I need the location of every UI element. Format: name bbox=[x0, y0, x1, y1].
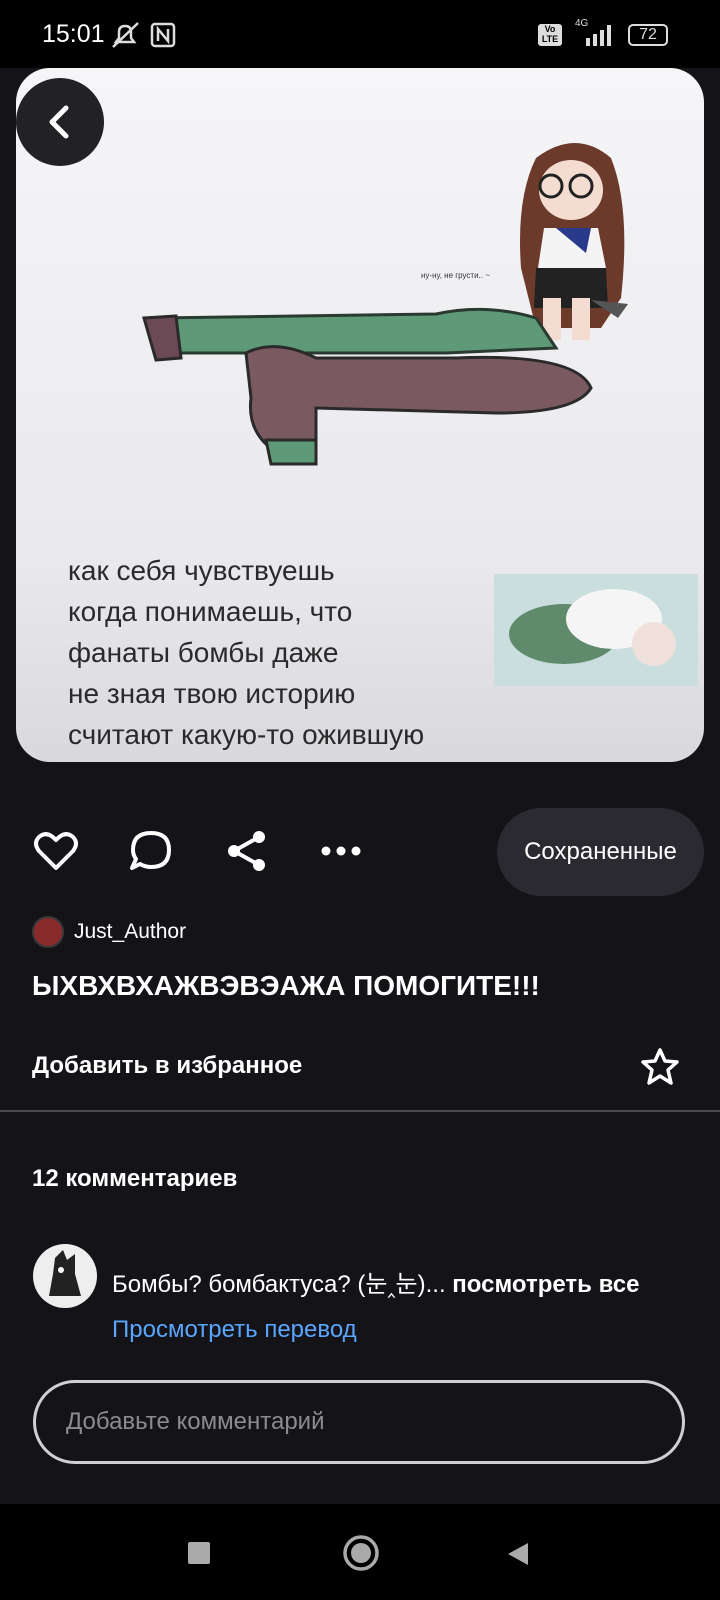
comment-body: Бомбы? бомбактуса? (눈‸눈)... bbox=[112, 1271, 446, 1298]
comment-bubble-icon[interactable] bbox=[128, 828, 174, 874]
pin-image[interactable]: ну-ну, не грусти.. ~ как себя чувствуешь… bbox=[16, 68, 704, 762]
battery-icon: 72 bbox=[628, 24, 668, 46]
chevron-left-icon bbox=[49, 105, 69, 139]
whisper-caption: ну-ну, не грусти.. ~ bbox=[421, 271, 490, 280]
comment-input-placeholder: Добавьте комментарий bbox=[66, 1408, 325, 1435]
comments-count: 12 комментариев bbox=[32, 1165, 238, 1192]
comment-text: Бомбы? бомбактуса? (눈‸눈)... посмотреть в… bbox=[112, 1264, 639, 1299]
share-icon[interactable] bbox=[224, 828, 270, 874]
author-name[interactable]: Just_Author bbox=[74, 920, 186, 944]
inset-image bbox=[494, 574, 698, 686]
bell-muted-icon bbox=[112, 22, 139, 48]
saved-button[interactable]: Сохраненные bbox=[497, 808, 704, 896]
signal-icon bbox=[586, 25, 611, 46]
heart-icon[interactable] bbox=[33, 828, 79, 874]
saved-button-label: Сохраненные bbox=[524, 838, 677, 865]
avatar-drawing bbox=[49, 1250, 81, 1296]
meme-caption: как себя чувствуешь когда понимаешь, что… bbox=[68, 555, 425, 762]
author-avatar[interactable] bbox=[32, 916, 64, 948]
battery-level: 72 bbox=[639, 26, 657, 43]
comment-input[interactable]: Добавьте комментарий bbox=[33, 1380, 685, 1464]
back-triangle-icon[interactable] bbox=[504, 1540, 532, 1568]
commenter-avatar[interactable] bbox=[33, 1244, 97, 1308]
add-to-favorites-label[interactable]: Добавить в избранное bbox=[32, 1052, 302, 1080]
see-all-link[interactable]: посмотреть все bbox=[452, 1271, 639, 1298]
more-dots-icon[interactable] bbox=[318, 828, 364, 874]
nfc-icon bbox=[150, 22, 176, 48]
home-circle-icon[interactable] bbox=[342, 1534, 380, 1572]
recents-square-icon[interactable] bbox=[186, 1540, 212, 1566]
star-icon[interactable] bbox=[640, 1047, 680, 1087]
view-translation-link[interactable]: Просмотреть перевод bbox=[112, 1316, 357, 1344]
volte-icon: Vo LTE bbox=[538, 24, 562, 46]
status-time: 15:01 bbox=[42, 20, 105, 48]
pin-title: ЫХВХВХАЖВЭВЭАЖА ПОМОГИТЕ!!! bbox=[32, 970, 540, 1001]
back-button[interactable] bbox=[16, 78, 104, 166]
divider bbox=[0, 1110, 720, 1112]
